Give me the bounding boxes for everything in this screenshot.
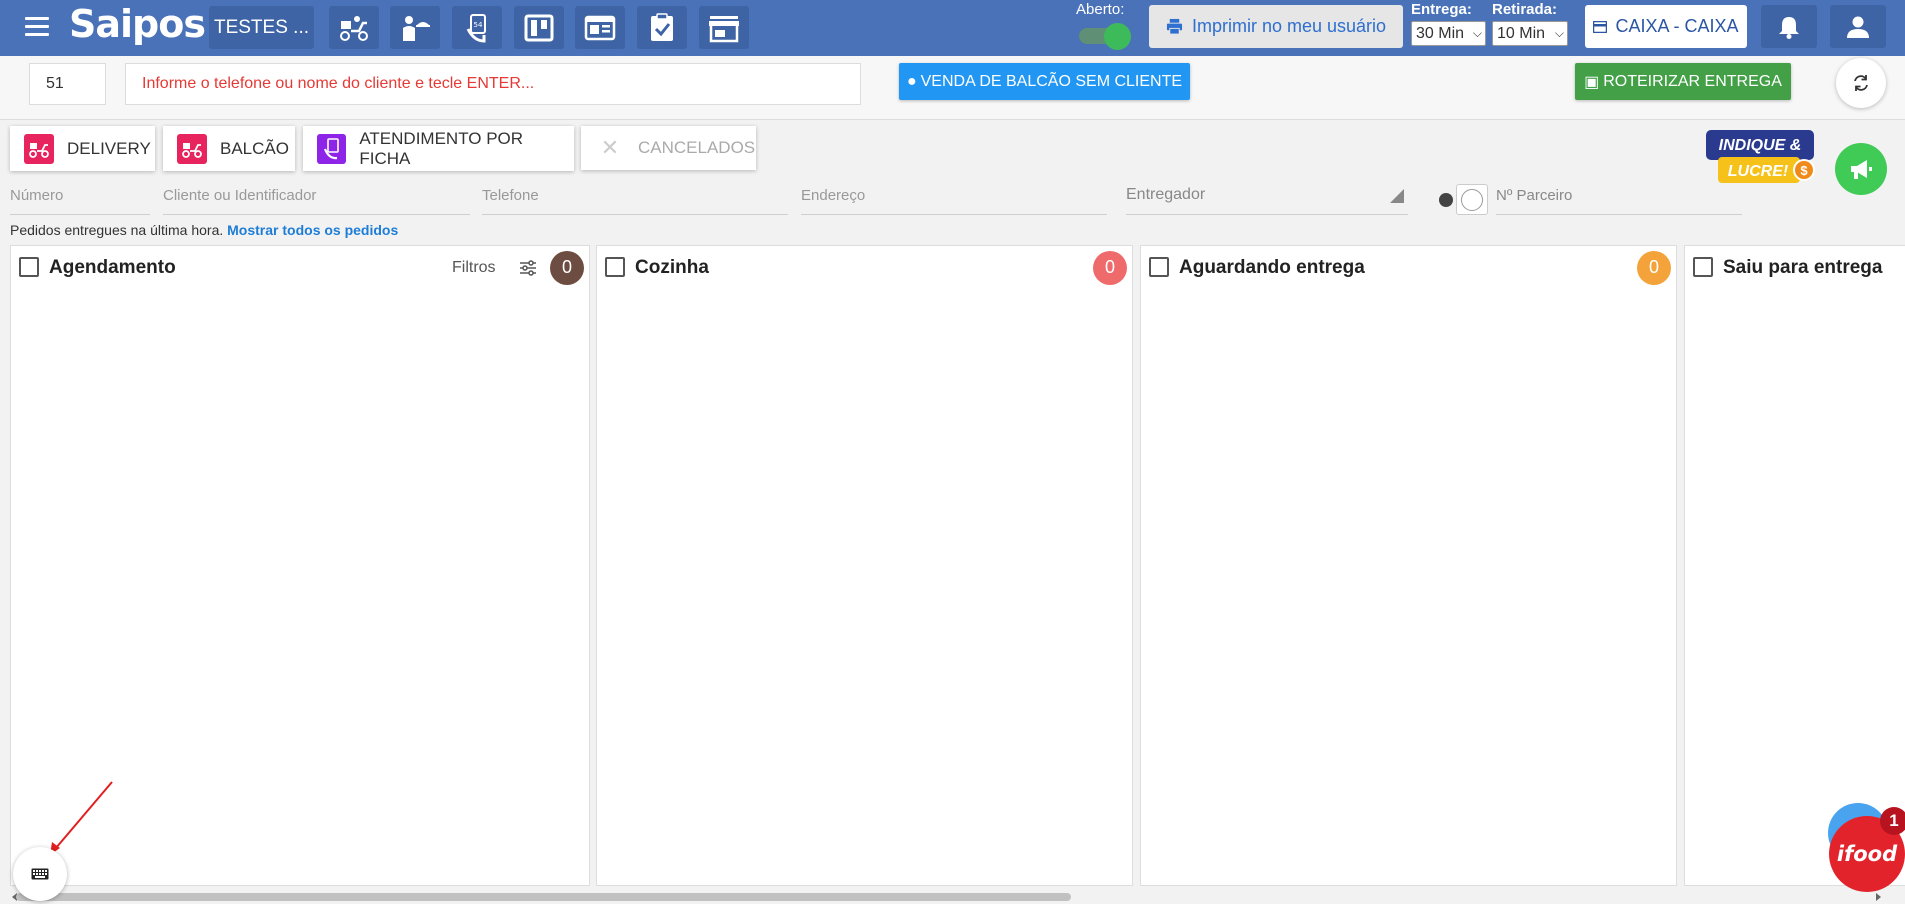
ticket-icon — [317, 133, 347, 164]
annotation-arrow — [49, 781, 113, 856]
search-row: 51 Informe o telefone ou nome do cliente… — [0, 56, 1905, 120]
tab-ticket-label: ATENDIMENTO POR FICHA — [359, 128, 524, 168]
waiter-icon[interactable] — [390, 6, 440, 49]
open-status-toggle[interactable] — [1077, 22, 1131, 50]
column-title: Aguardando entrega — [1179, 257, 1365, 278]
storefront-icon[interactable] — [699, 6, 749, 49]
printer-icon — [1166, 18, 1183, 35]
column-title: Agendamento — [49, 257, 176, 278]
filter-number[interactable]: Número — [10, 178, 150, 215]
user-menu-button[interactable] — [1830, 5, 1886, 48]
select-all-checkbox[interactable] — [19, 257, 39, 277]
tab-delivery-label: DELIVERY — [67, 138, 151, 158]
column-count-badge: 0 — [1093, 251, 1127, 285]
svg-text:$: $ — [1800, 163, 1808, 178]
chevron-down-icon: ⌵ — [1472, 26, 1482, 40]
ifood-logo: ifood — [1836, 842, 1898, 866]
tab-cancelled[interactable]: ✕ CANCELADOS — [581, 126, 756, 170]
pickup-time-value: 10 Min — [1497, 25, 1546, 42]
app-root: Saipos TESTES ... 54 Aberto: Imprimir no… — [0, 0, 1905, 904]
sliders-icon[interactable] — [519, 260, 537, 276]
column-kitchen: Cozinha 0 — [596, 245, 1133, 886]
counter-sale-button[interactable]: ● VENDA DE BALCÃO SEM CLIENTE — [899, 63, 1190, 100]
filter-phone[interactable]: Telefone — [482, 178, 788, 215]
promo-line1: INDIQUE & — [1719, 137, 1802, 154]
column-awaiting-delivery: Aguardando entrega 0 — [1140, 245, 1677, 886]
megaphone-button[interactable] — [1835, 143, 1887, 195]
filter-courier-label: Entregador — [1126, 186, 1206, 203]
delivery-icon — [24, 133, 54, 164]
map-icon: ▣ — [1584, 73, 1600, 91]
filters-button[interactable]: Filtros — [452, 259, 496, 277]
partner-dropdown-icon[interactable] — [1439, 193, 1453, 207]
column-title: Saiu para entrega — [1723, 257, 1883, 278]
notifications-button[interactable] — [1761, 5, 1817, 48]
delivery-time-select[interactable]: 30 Min ⌵ — [1411, 21, 1486, 46]
horizontal-scrollbar[interactable] — [0, 888, 1905, 904]
clipboard-check-icon[interactable] — [637, 6, 687, 49]
bell-icon — [1779, 16, 1799, 39]
select-all-checkbox[interactable] — [1693, 257, 1713, 277]
refresh-icon — [1854, 75, 1868, 91]
hint-text: Pedidos entregues na última hora. Mostra… — [10, 222, 398, 238]
table-layout-icon[interactable] — [575, 6, 625, 49]
ifood-notification-badge: 1 — [1880, 807, 1905, 835]
user-icon — [1847, 16, 1869, 38]
tab-counter-label: BALCÃO — [220, 138, 289, 158]
select-all-checkbox[interactable] — [605, 257, 625, 277]
cashier-label: CAIXA - CAIXA — [1615, 16, 1739, 36]
scroll-right-icon[interactable] — [1876, 893, 1881, 901]
cashier-button[interactable]: CAIXA - CAIXA — [1585, 5, 1747, 48]
partner-logo-icon — [1456, 184, 1488, 215]
top-bar: Saipos TESTES ... 54 Aberto: Imprimir no… — [0, 0, 1905, 56]
keyboard-shortcuts-button[interactable] — [13, 847, 67, 901]
tab-delivery[interactable]: DELIVERY — [10, 126, 155, 171]
chevron-down-icon: ⌵ — [1554, 26, 1564, 40]
delivery-time-label: Entrega: — [1411, 1, 1472, 18]
svg-text:54: 54 — [474, 21, 483, 29]
refresh-button[interactable] — [1836, 58, 1886, 108]
person-icon: ● — [906, 72, 917, 90]
close-icon: ✕ — [600, 135, 620, 160]
select-all-checkbox[interactable] — [1149, 257, 1169, 277]
kanban-board-icon[interactable] — [514, 6, 564, 49]
pickup-time-label: Retirada: — [1492, 1, 1558, 18]
keyboard-icon — [31, 868, 49, 880]
counter-sale-label: VENDA DE BALCÃO SEM CLIENTE — [920, 72, 1183, 90]
counter-icon — [177, 133, 207, 164]
filter-address[interactable]: Endereço — [801, 178, 1107, 215]
column-count-badge: 0 — [1637, 251, 1671, 285]
menu-icon[interactable] — [25, 17, 49, 37]
ticket-card-icon[interactable]: 54 — [452, 6, 502, 49]
pickup-time-select[interactable]: 10 Min ⌵ — [1492, 21, 1568, 46]
route-delivery-label: ROTEIRIZAR ENTREGA — [1603, 72, 1782, 90]
column-out-for-delivery: Saiu para entrega — [1684, 245, 1905, 886]
toggle-knob — [1104, 23, 1131, 50]
column-count-badge: 0 — [550, 251, 584, 285]
print-user-button[interactable]: Imprimir no meu usuário — [1149, 5, 1403, 48]
delivery-scooter-icon[interactable] — [329, 6, 379, 49]
tab-cancelled-label: CANCELADOS — [638, 138, 756, 157]
megaphone-icon — [1851, 160, 1872, 179]
store-selector-button[interactable]: TESTES ... — [209, 6, 314, 49]
order-number-input[interactable]: 51 — [29, 63, 106, 105]
hint-label: Pedidos entregues na última hora. — [10, 222, 224, 238]
route-delivery-button[interactable]: ▣ ROTEIRIZAR ENTREGA — [1575, 63, 1791, 100]
show-all-orders-link[interactable]: Mostrar todos os pedidos — [227, 222, 398, 238]
filter-client[interactable]: Cliente ou Identificador — [163, 178, 470, 215]
tab-ticket-service[interactable]: ATENDIMENTO POR FICHA — [303, 126, 574, 171]
scrollbar-thumb[interactable] — [16, 893, 1071, 901]
column-title: Cozinha — [635, 257, 709, 278]
print-button-label: Imprimir no meu usuário — [1191, 16, 1387, 36]
dropdown-corner-icon — [1390, 189, 1404, 203]
delivery-time-value: 30 Min — [1416, 25, 1465, 42]
tab-counter[interactable]: BALCÃO — [163, 126, 295, 171]
client-search-input[interactable]: Informe o telefone ou nome do cliente e … — [125, 63, 861, 105]
filter-partner-number[interactable]: Nº Parceiro — [1496, 178, 1742, 215]
brand-logo: Saipos — [69, 2, 206, 46]
open-status-label: Aberto: — [1076, 1, 1125, 18]
credit-card-icon — [1593, 20, 1608, 33]
filter-courier[interactable]: Entregador — [1126, 178, 1408, 215]
